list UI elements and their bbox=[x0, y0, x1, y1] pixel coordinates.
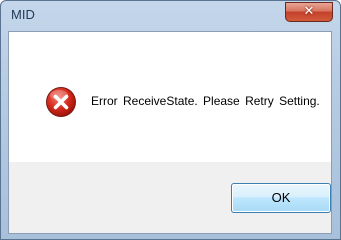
dialog-window: MID ✕ Error ReceiveState. Please Retry S… bbox=[0, 0, 341, 240]
error-icon bbox=[46, 87, 76, 117]
close-icon: ✕ bbox=[303, 4, 315, 19]
dialog-body: Error ReceiveState. Please Retry Setting… bbox=[8, 31, 332, 234]
window-title: MID bbox=[11, 7, 35, 22]
close-button[interactable]: ✕ bbox=[285, 2, 333, 22]
message-area: Error ReceiveState. Please Retry Setting… bbox=[9, 32, 331, 162]
title-bar[interactable]: MID ✕ bbox=[1, 1, 340, 31]
error-message: Error ReceiveState. Please Retry Setting… bbox=[91, 94, 320, 108]
ok-button[interactable]: OK bbox=[231, 183, 331, 213]
